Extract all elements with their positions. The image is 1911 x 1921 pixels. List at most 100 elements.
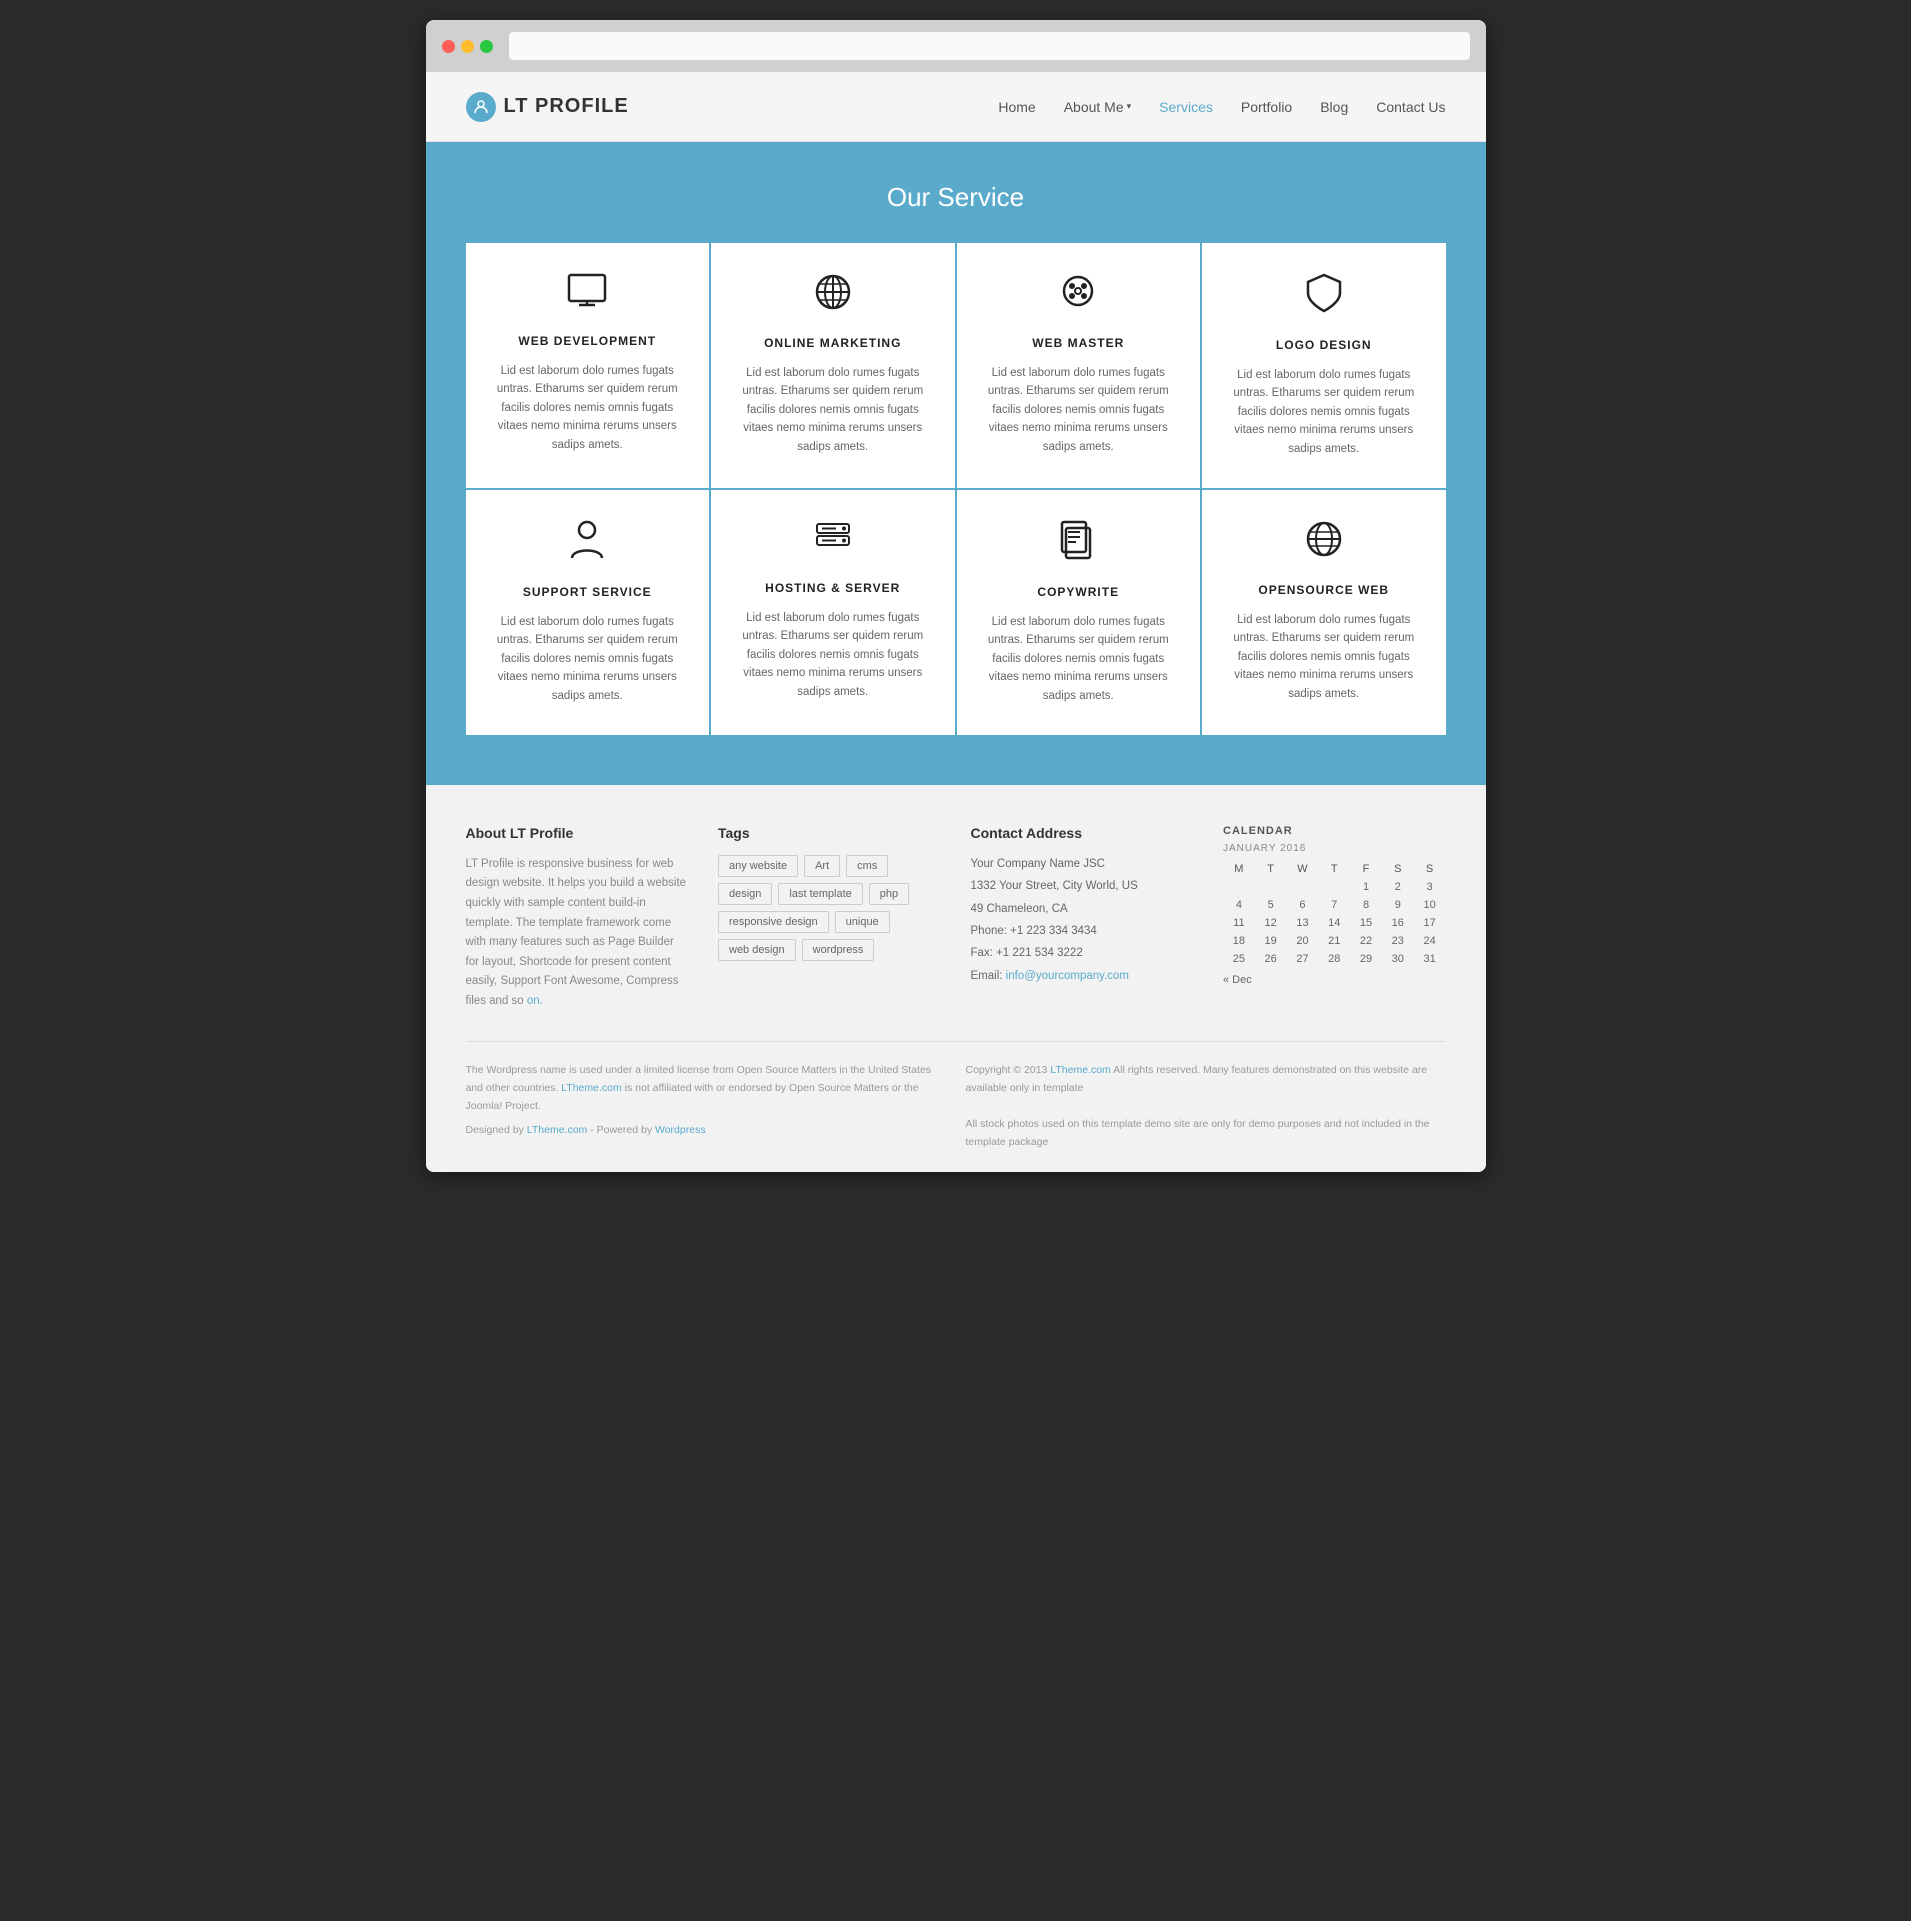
services-section: Our Service WEB DEVELOPMENT Lid est labo… [426, 142, 1486, 785]
cal-row-5: 25 26 27 28 29 30 31 [1223, 950, 1446, 968]
cal-cell: 23 [1382, 932, 1414, 950]
cal-cell: 8 [1350, 896, 1382, 914]
footer-tags: Tags any website Art cms design last tem… [718, 825, 941, 1011]
cal-cell: 31 [1414, 950, 1446, 968]
cal-row-1: 1 2 3 [1223, 878, 1446, 896]
tag-cms[interactable]: cms [846, 855, 888, 877]
ltheme-link-1[interactable]: LTheme.com [561, 1082, 622, 1094]
browser-chrome [426, 20, 1486, 72]
tag-php[interactable]: php [869, 883, 909, 905]
tag-last-template[interactable]: last template [778, 883, 862, 905]
cal-cell: 25 [1223, 950, 1255, 968]
service-card-online-marketing: ONLINE MARKETING Lid est laborum dolo ru… [711, 243, 955, 488]
nav-about[interactable]: About Me ▾ [1064, 99, 1131, 115]
cal-cell: 17 [1414, 914, 1446, 932]
service-card-copywrite: COPYWRITE Lid est laborum dolo rumes fug… [957, 490, 1201, 735]
tag-responsive-design[interactable]: responsive design [718, 911, 829, 933]
chevron-down-icon: ▾ [1127, 101, 1132, 112]
footer-contact-title: Contact Address [971, 825, 1194, 841]
service-card-logo-design: LOGO DESIGN Lid est laborum dolo rumes f… [1202, 243, 1446, 488]
cal-cell: 1 [1350, 878, 1382, 896]
cal-cell: 28 [1318, 950, 1350, 968]
service-desc-1: Lid est laborum dolo rumes fugats untras… [731, 364, 935, 456]
cal-cell: 19 [1255, 932, 1287, 950]
service-desc-2: Lid est laborum dolo rumes fugats untras… [977, 364, 1181, 456]
cal-cell: 4 [1223, 896, 1255, 914]
cal-cell [1255, 878, 1287, 896]
service-card-support: SUPPORT SERVICE Lid est laborum dolo rum… [466, 490, 710, 735]
nav-blog[interactable]: Blog [1320, 99, 1348, 115]
dot-green[interactable] [480, 40, 493, 53]
monitor-icon [486, 273, 690, 318]
footer-grid: About LT Profile LT Profile is responsiv… [466, 825, 1446, 1011]
nav-contact[interactable]: Contact Us [1376, 99, 1445, 115]
site-footer: About LT Profile LT Profile is responsiv… [426, 785, 1486, 1172]
footer-stock-photos: All stock photos used on this template d… [966, 1116, 1446, 1152]
service-card-web-master: WEB MASTER Lid est laborum dolo rumes fu… [957, 243, 1201, 488]
wordpress-link[interactable]: Wordpress [655, 1124, 706, 1136]
tag-design[interactable]: design [718, 883, 772, 905]
calendar-table: M T W T F S S [1223, 860, 1446, 968]
cal-cell: 29 [1350, 950, 1382, 968]
cal-cell: 26 [1255, 950, 1287, 968]
tag-any-website[interactable]: any website [718, 855, 798, 877]
cal-cell: 15 [1350, 914, 1382, 932]
tag-web-design[interactable]: web design [718, 939, 796, 961]
service-name-5: HOSTING & SERVER [731, 581, 935, 595]
service-desc-3: Lid est laborum dolo rumes fugats untras… [1222, 366, 1426, 458]
site-content: LT PROFILE Home About Me ▾ Services Port… [426, 72, 1486, 1172]
globe-circle-icon [731, 273, 935, 320]
cal-header-s1: S [1382, 860, 1414, 878]
logo[interactable]: LT PROFILE [466, 92, 629, 122]
calendar-nav[interactable]: « Dec [1223, 974, 1446, 986]
cal-cell: 20 [1287, 932, 1319, 950]
services-title: Our Service [466, 182, 1446, 213]
site-header: LT PROFILE Home About Me ▾ Services Port… [426, 72, 1486, 142]
contact-fax: Fax: +1 221 534 3222 [971, 944, 1194, 962]
cal-cell [1287, 878, 1319, 896]
footer-about-link[interactable]: on. [527, 995, 543, 1007]
cal-header-f: F [1350, 860, 1382, 878]
cal-cell: 3 [1414, 878, 1446, 896]
cal-cell: 11 [1223, 914, 1255, 932]
service-name-1: ONLINE MARKETING [731, 336, 935, 350]
ltheme-link-designer[interactable]: LTheme.com [527, 1124, 588, 1136]
contact-email-line: Email: info@yourcompany.com [971, 967, 1194, 985]
tag-wordpress[interactable]: wordpress [802, 939, 875, 961]
dot-yellow[interactable] [461, 40, 474, 53]
dot-red[interactable] [442, 40, 455, 53]
service-name-2: WEB MASTER [977, 336, 1181, 350]
tag-art[interactable]: Art [804, 855, 840, 877]
services-grid: WEB DEVELOPMENT Lid est laborum dolo rum… [466, 243, 1446, 735]
cal-cell: 13 [1287, 914, 1319, 932]
footer-calendar: CALENDAR JANUARY 2016 M T W T F S S [1223, 825, 1446, 1011]
cal-cell: 24 [1414, 932, 1446, 950]
cal-header-t1: T [1255, 860, 1287, 878]
tag-unique[interactable]: unique [835, 911, 890, 933]
footer-about-text: LT Profile is responsive business for we… [466, 855, 689, 1011]
ltheme-link-2[interactable]: LTheme.com [1050, 1064, 1111, 1076]
calendar-title: CALENDAR [1223, 825, 1446, 837]
service-desc-6: Lid est laborum dolo rumes fugats untras… [977, 613, 1181, 705]
nav-portfolio[interactable]: Portfolio [1241, 99, 1292, 115]
shield-icon [1222, 273, 1426, 322]
cal-cell: 5 [1255, 896, 1287, 914]
service-name-3: LOGO DESIGN [1222, 338, 1426, 352]
service-card-web-development: WEB DEVELOPMENT Lid est laborum dolo rum… [466, 243, 710, 488]
cal-header-s2: S [1414, 860, 1446, 878]
nav-services[interactable]: Services [1159, 99, 1213, 115]
service-name-7: OPENSOURCE WEB [1222, 583, 1426, 597]
footer-tags-title: Tags [718, 825, 941, 841]
cal-header-m: M [1223, 860, 1255, 878]
cal-row-3: 11 12 13 14 15 16 17 [1223, 914, 1446, 932]
address-bar[interactable] [509, 32, 1470, 60]
cal-cell: 22 [1350, 932, 1382, 950]
cal-cell: 14 [1318, 914, 1350, 932]
contact-email-link[interactable]: info@yourcompany.com [1006, 970, 1129, 982]
contact-phone: Phone: +1 223 334 3434 [971, 922, 1194, 940]
footer-bottom-left: The Wordpress name is used under a limit… [466, 1062, 946, 1151]
world-icon [1222, 520, 1426, 567]
footer-bottom-text-1: The Wordpress name is used under a limit… [466, 1062, 946, 1116]
cal-row-2: 4 5 6 7 8 9 10 [1223, 896, 1446, 914]
nav-home[interactable]: Home [998, 99, 1035, 115]
